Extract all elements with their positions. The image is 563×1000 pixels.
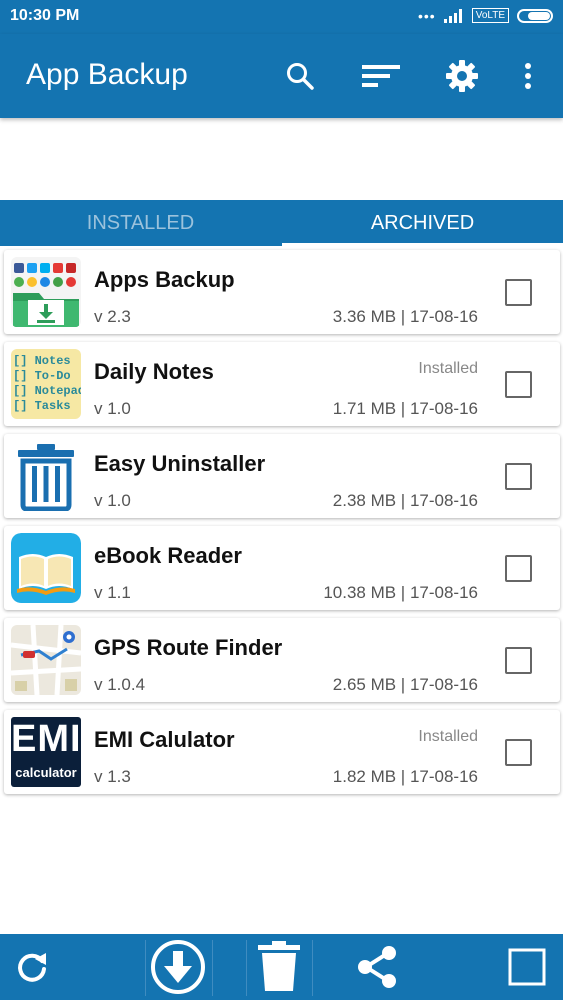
installed-label: Installed [418,360,478,377]
app-size-date: 10.38 MB | 17-08-16 [323,583,478,602]
divider [312,940,313,996]
battery-icon [517,8,553,23]
installed-label: Installed [418,728,478,745]
delete-button[interactable] [247,934,311,1000]
status-icons: ••• VoLTE [418,8,553,23]
app-version: v 2.3 [94,307,131,326]
refresh-button[interactable] [0,934,64,1000]
select-checkbox[interactable] [505,463,532,490]
more-options-button[interactable] [506,54,550,98]
sort-button[interactable] [359,54,403,98]
icon-line: [] Notepad [13,384,81,398]
list-item[interactable]: EMI calculator EMI Calulator Installed v… [4,710,560,794]
tab-installed[interactable]: INSTALLED [0,200,281,246]
notification-dots-icon: ••• [418,7,436,24]
trash-icon [258,941,300,991]
status-time: 10:30 PM [10,7,80,24]
app-version: v 1.3 [94,767,131,786]
daily-notes-icon: [] Notes [] To-Do [] Notepad [] Tasks [11,349,81,419]
select-checkbox[interactable] [505,279,532,306]
app-name: Apps Backup [94,267,235,292]
app-size-date: 2.38 MB | 17-08-16 [332,491,478,510]
more-vert-icon [525,63,531,89]
select-checkbox[interactable] [505,555,532,582]
icon-line: [] To-Do [13,369,71,383]
list-item[interactable]: Apps Backup v 2.3 3.36 MB | 17-08-16 [4,250,560,334]
download-button[interactable] [146,934,210,1000]
app-size-date: 1.82 MB | 17-08-16 [332,767,478,786]
emi-calculator-icon: EMI calculator [11,717,81,787]
uninstaller-trash-icon [11,441,81,511]
list-item[interactable]: [] Notes [] To-Do [] Notepad [] Tasks Da… [4,342,560,426]
tab-bar: INSTALLED ARCHIVED [0,200,563,246]
app-version: v 1.1 [94,583,131,602]
signal-icon [443,8,462,23]
bottom-action-bar [0,934,563,1000]
icon-text: calculator [15,765,77,780]
tab-archived[interactable]: ARCHIVED [282,200,563,246]
share-button[interactable] [345,934,409,1000]
gear-icon [446,60,478,92]
select-checkbox[interactable] [505,647,532,674]
status-bar: 10:30 PM ••• VoLTE [0,0,563,34]
app-name: GPS Route Finder [94,635,283,660]
select-all-icon [508,948,546,986]
list-item[interactable]: GPS Route Finder v 1.0.4 2.65 MB | 17-08… [4,618,560,702]
select-checkbox[interactable] [505,371,532,398]
app-size-date: 1.71 MB | 17-08-16 [332,399,478,418]
list-item[interactable]: eBook Reader v 1.1 10.38 MB | 17-08-16 [4,526,560,610]
app-bar: App Backup [0,34,563,118]
settings-button[interactable] [440,54,484,98]
app-size-date: 3.36 MB | 17-08-16 [332,307,478,326]
select-all-button[interactable] [495,934,559,1000]
ebook-book-icon [11,533,81,603]
app-name: eBook Reader [94,543,242,568]
search-icon [287,63,314,90]
volte-badge: VoLTE [471,8,509,23]
select-checkbox[interactable] [505,739,532,766]
app-name: EMI Calulator [94,727,235,752]
search-button[interactable] [278,54,322,98]
refresh-icon [18,953,46,982]
list-item[interactable]: Easy Uninstaller v 1.0 2.38 MB | 17-08-1… [4,434,560,518]
app-version: v 1.0 [94,491,131,510]
icon-line: [] Notes [13,354,71,368]
divider [212,940,213,996]
app-version: v 1.0.4 [94,675,146,694]
app-name: Daily Notes [94,359,214,384]
app-size-date: 2.65 MB | 17-08-16 [332,675,478,694]
apps-backup-icon [11,257,81,327]
share-icon [358,946,396,988]
gps-map-icon [11,625,81,695]
icon-text: EMI [11,718,81,760]
download-icon [151,940,205,994]
sort-icon [362,65,400,87]
app-name: Easy Uninstaller [94,451,266,476]
app-version: v 1.0 [94,399,131,418]
icon-line: [] Tasks [13,399,71,413]
page-title: App Backup [26,58,188,91]
tab-indicator [282,243,563,246]
